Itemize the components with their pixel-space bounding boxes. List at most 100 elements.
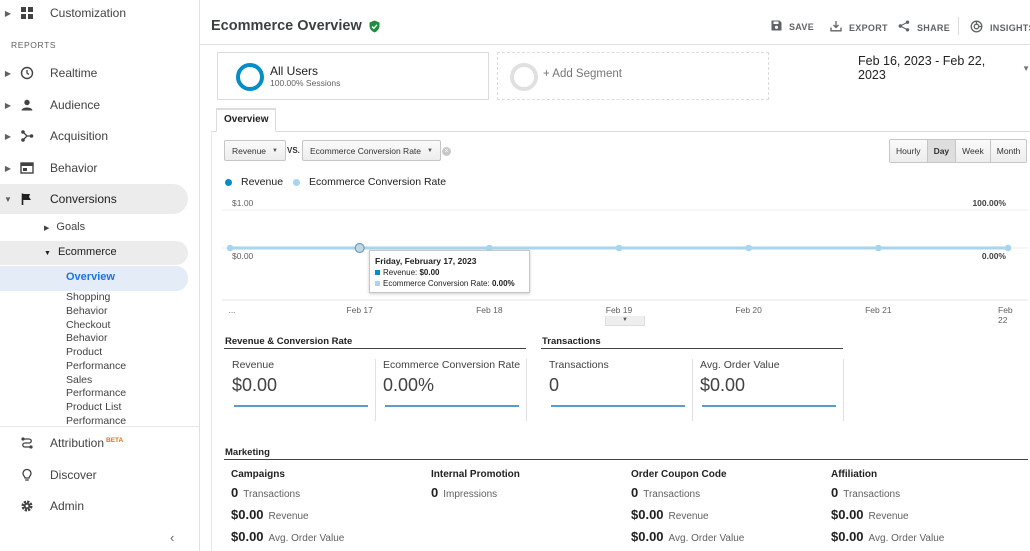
marketing-value: $0.00 <box>831 507 864 522</box>
metric-sparkline <box>385 405 519 407</box>
data-point[interactable] <box>875 244 882 252</box>
tooltip-title: Friday, February 17, 2023 <box>375 256 477 266</box>
share-label: SHARE <box>917 22 951 33</box>
save-button[interactable]: SAVE <box>771 20 814 34</box>
clear-metric2-icon[interactable]: × <box>442 147 451 156</box>
page-title: Ecommerce Overview <box>211 18 381 34</box>
granularity-week[interactable]: Week <box>955 140 990 162</box>
caret-right-icon: ▶ <box>4 8 12 18</box>
marketing-row: $0.00 Revenue <box>631 507 826 529</box>
share-button[interactable]: SHARE <box>898 20 950 35</box>
sidebar-item-sales-performance[interactable]: Sales Performance <box>66 374 126 401</box>
sidebar-item-ecommerce[interactable]: ▼ Ecommerce <box>44 246 117 258</box>
granularity-day[interactable]: Day <box>926 140 956 162</box>
marketing-value: $0.00 <box>631 507 664 522</box>
segment-subtitle: 100.00% Sessions <box>270 78 341 88</box>
sidebar-item-acquisition[interactable]: ▶ Acquisition <box>0 121 108 151</box>
sidebar-item-admin[interactable]: Admin <box>0 491 84 521</box>
sidebar: ▶ Customization REPORTS ▶ Realtime ▶ Aud… <box>0 0 200 551</box>
caret-right-icon: ▶ <box>4 163 12 173</box>
date-range-picker[interactable]: Feb 16, 2023 - Feb 22, 2023 ▼ <box>858 54 1030 82</box>
segment-all-users[interactable]: All Users 100.00% Sessions <box>217 52 489 100</box>
marketing-label: Transactions <box>643 489 701 500</box>
chevron-down-icon: ▼ <box>427 147 433 154</box>
sidebar-item-label: Conversions <box>50 192 117 206</box>
person-icon <box>18 96 36 114</box>
reports-heading: REPORTS <box>11 40 57 50</box>
x-tick-label: Feb 20 <box>735 305 762 315</box>
marketing-heading: Affiliation <box>831 469 878 480</box>
data-point[interactable] <box>615 244 623 252</box>
export-button[interactable]: EXPORT <box>830 20 888 35</box>
sidebar-item-checkout-behavior[interactable]: Checkout Behavior <box>66 319 110 346</box>
legend-label: Revenue <box>241 176 284 188</box>
metric-divider <box>526 359 527 421</box>
marketing-campaigns: Campaigns 0 Transactions $0.00 Revenue $0.… <box>231 469 426 551</box>
collapse-sidebar-icon[interactable]: ‹ <box>170 530 174 545</box>
granularity-hourly[interactable]: Hourly <box>890 140 927 162</box>
tooltip-row-conversion: Ecommerce Conversion Rate: 0.00% <box>375 279 524 288</box>
metric-sparkline <box>551 405 685 407</box>
metric1-select[interactable]: Revenue ▼ <box>224 140 286 161</box>
sidebar-item-goals[interactable]: ▶ Goals <box>44 221 85 233</box>
metric-name: Transactions <box>549 359 609 371</box>
marketing-value: 0 <box>231 485 239 500</box>
caret-right-icon: ▶ <box>44 225 50 232</box>
sidebar-item-audience[interactable]: ▶ Audience <box>0 90 100 120</box>
section-title-transactions: Transactions <box>542 336 601 347</box>
sidebar-item-product-list-performance[interactable]: Product List Performance <box>66 401 126 428</box>
sidebar-item-label: Attribution BETA <box>50 436 123 450</box>
chart-expand-handle[interactable]: ▼ <box>605 316 645 326</box>
line-chart: $1.00 $0.00 100.00% 0.00% ... Feb 17 Feb 1… <box>222 192 1028 325</box>
clock-icon <box>18 64 36 82</box>
sidebar-item-label: Sales <box>66 373 93 386</box>
metric-value: 0.00% <box>383 375 435 395</box>
sidebar-item-shopping-behavior[interactable]: Shopping Behavior <box>66 291 110 318</box>
marketing-row: $0.00 Revenue <box>831 507 1026 529</box>
attribution-label: Attribution <box>50 436 105 450</box>
behavior-icon <box>18 159 36 177</box>
sidebar-item-product-performance[interactable]: Product Performance <box>66 346 126 373</box>
add-segment-button[interactable]: + Add Segment <box>497 52 769 100</box>
data-point[interactable] <box>745 244 752 252</box>
tooltip-row-revenue: Revenue: $0.00 <box>375 268 524 277</box>
save-label: SAVE <box>789 22 815 32</box>
tab-overview[interactable]: Overview <box>216 108 277 132</box>
flag-icon <box>18 190 36 208</box>
chart-tooltip: Friday, February 17, 2023 Revenue: $0.00… <box>369 250 530 293</box>
marketing-label: Revenue <box>268 511 309 522</box>
sidebar-item-overview[interactable]: Overview <box>66 271 115 283</box>
insights-button[interactable]: INSIGHTS <box>970 20 1030 36</box>
sidebar-item-label: Shopping <box>66 291 111 303</box>
sidebar-item-realtime[interactable]: ▶ Realtime <box>0 58 97 88</box>
sidebar-item-behavior[interactable]: ▶ Behavior <box>0 153 97 183</box>
legend-dot-revenue <box>225 178 232 186</box>
acquisition-icon <box>18 127 36 145</box>
sidebar-item-customization[interactable]: ▶ Customization <box>0 0 126 28</box>
sidebar-item-attribution[interactable]: Attribution BETA <box>0 428 123 458</box>
sidebar-item-discover[interactable]: Discover <box>0 460 97 490</box>
metric1-value: Revenue <box>232 145 267 156</box>
y-left-tick-max: $1.00 <box>232 198 254 208</box>
verified-shield-icon <box>368 20 381 33</box>
x-tick-label: Feb 18 <box>476 305 503 315</box>
empty-segment-ring-icon <box>510 63 538 91</box>
section-title-marketing: Marketing <box>225 447 270 458</box>
marketing-row: 0 Impressions <box>431 485 626 507</box>
metric2-select[interactable]: Ecommerce Conversion Rate ▼ <box>302 140 441 161</box>
insights-label: INSIGHTS <box>990 23 1030 33</box>
tab-bar-line <box>211 131 1030 132</box>
beta-badge: BETA <box>106 437 124 444</box>
lightbulb-icon <box>18 466 36 484</box>
metric2-value: Ecommerce Conversion Rate <box>310 145 422 156</box>
granularity-month[interactable]: Month <box>989 140 1027 162</box>
section-underline <box>224 459 1028 460</box>
sidebar-item-label: Performance <box>66 387 127 400</box>
sidebar-item-label: Behavior <box>66 304 108 317</box>
tooltip-swatch <box>375 270 380 275</box>
sidebar-item-label: Acquisition <box>50 129 109 143</box>
tooltip-value: 0.00% <box>491 279 515 288</box>
marketing-value: $0.00 <box>231 507 264 522</box>
data-point[interactable] <box>354 242 365 254</box>
sidebar-item-conversions[interactable]: ▼ Conversions <box>0 184 117 214</box>
